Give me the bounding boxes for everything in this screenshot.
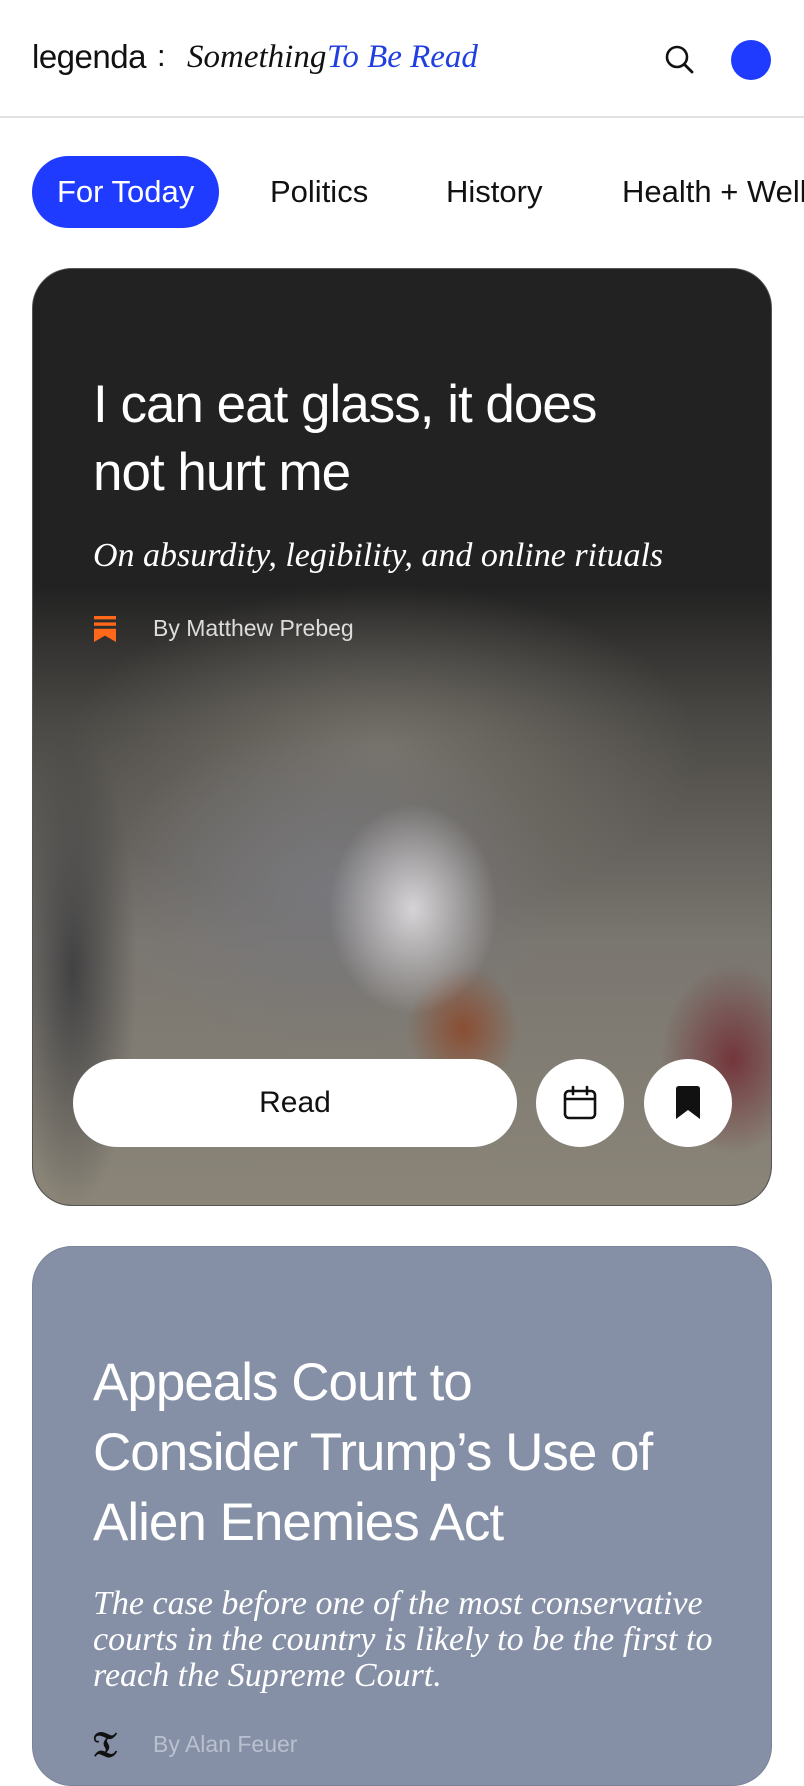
tab-health-wellness[interactable]: Health + Well — [622, 156, 804, 228]
article-byline: By Matthew Prebeg — [153, 615, 354, 641]
calendar-icon — [563, 1085, 597, 1120]
article-card[interactable]: Appeals Court to Consider Trump’s Use of… — [32, 1246, 772, 1786]
tab-history[interactable]: History — [446, 156, 542, 228]
category-tabs: For Today Politics History Health + Well — [0, 156, 804, 228]
search-icon — [665, 45, 694, 74]
article-title-line: I can eat glass, it does — [93, 375, 597, 434]
article-subtitle: On absurdity, legibility, and online rit… — [93, 537, 664, 574]
tagline-part2: To Be Read — [327, 39, 478, 75]
app-header: legenda : Something To Be Read — [0, 0, 804, 118]
article-title-line: Appeals Court to — [93, 1353, 473, 1412]
article-title-line: Consider Trump’s Use of — [93, 1423, 653, 1482]
article-title-line: Alien Enemies Act — [93, 1493, 504, 1552]
substack-icon — [94, 616, 116, 642]
tagline-part1: Something — [187, 39, 327, 75]
article-card[interactable]: I can eat glass, it does not hurt me On … — [32, 268, 772, 1206]
logo-separator: : — [157, 38, 166, 73]
article-subtitle-line: courts in the country is likely to be th… — [93, 1621, 713, 1658]
article-subtitle-line: The case before one of the most conserva… — [93, 1585, 703, 1622]
bookmark-button[interactable] — [644, 1059, 732, 1147]
read-button[interactable]: Read — [73, 1059, 517, 1147]
nyt-logo-icon: 𝔗 — [93, 1725, 117, 1765]
article-title-line: not hurt me — [93, 443, 351, 502]
avatar[interactable] — [731, 40, 771, 80]
tab-for-today[interactable]: For Today — [32, 156, 220, 228]
search-button[interactable] — [660, 40, 698, 78]
bookmark-icon — [676, 1086, 700, 1119]
article-byline: By Alan Feuer — [153, 1731, 298, 1757]
app-logo[interactable]: legenda — [32, 38, 146, 76]
tab-politics[interactable]: Politics — [270, 156, 368, 228]
schedule-button[interactable] — [536, 1059, 624, 1147]
article-subtitle-line: reach the Supreme Court. — [93, 1657, 442, 1694]
